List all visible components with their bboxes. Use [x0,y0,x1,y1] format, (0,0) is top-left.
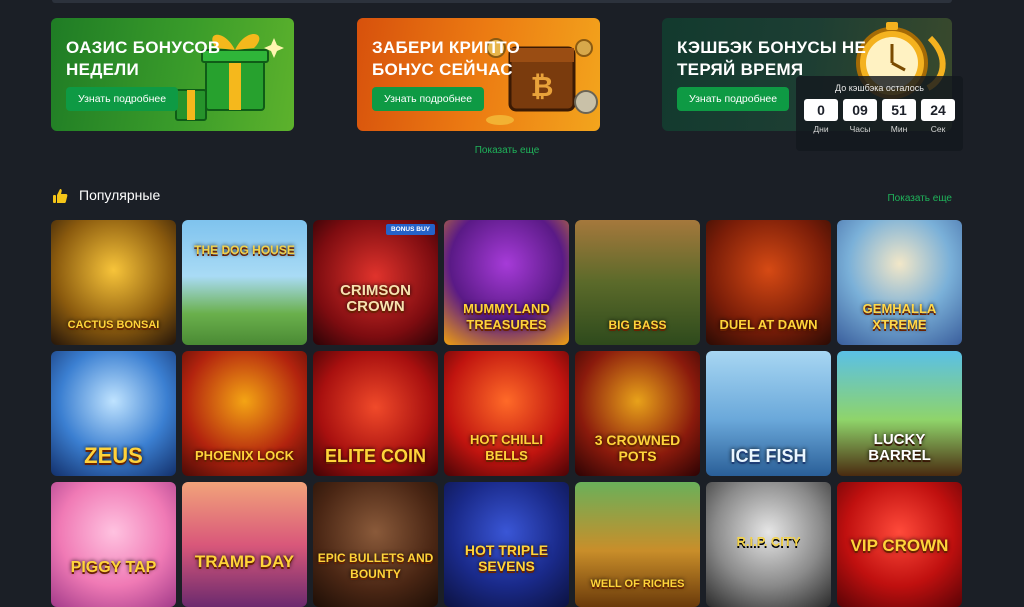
countdown-value: 0 [804,99,838,121]
banners-show-more-link[interactable]: Показать еще [0,145,1014,156]
countdown-title: До кэшбэка осталось [835,83,924,93]
game-tile[interactable]: 3 Crowned Pots [575,351,700,476]
game-title: Phoenix Lock [195,448,294,463]
countdown-value: 51 [882,99,916,121]
game-tile[interactable]: VIP Crown [837,482,962,607]
game-tile[interactable]: Zeus [51,351,176,476]
game-title: Epic Bullets and Bounty [317,551,434,581]
popular-section-header: Популярные Показать еще [52,186,952,206]
game-title: Lucky Barrel [868,431,931,464]
banner-title: ЗАБЕРИ КРИПТО БОНУС СЕЙЧАС [372,38,521,79]
game-title: Piggy Tap [70,559,157,576]
game-tile[interactable]: BONUS BUY Crimson Crown [313,220,438,345]
game-tile[interactable]: Well of Riches [575,482,700,607]
countdown-label: Дни [813,124,829,134]
thumbs-up-icon [53,189,68,203]
game-title: Tramp Day [194,552,295,571]
game-title: Ice Fish [730,446,807,466]
countdown-hours: 09 Часы [843,99,877,134]
game-tile[interactable]: The Dog House [182,220,307,345]
game-tile[interactable]: R.I.P. City [706,482,831,607]
game-tile[interactable]: Phoenix Lock [182,351,307,476]
banner-weekly-bonus[interactable]: ОАЗИС БОНУСОВ НЕДЕЛИ Узнать подробнее [51,18,294,131]
countdown-value: 24 [921,99,955,121]
game-tile[interactable]: Gemhalla Xtreme [837,220,962,345]
game-title: Duel at Dawn [719,317,818,332]
countdown-value: 09 [843,99,877,121]
game-tile[interactable]: Cactus Bonsai [51,220,176,345]
popular-show-more-link[interactable]: Показать еще [887,193,952,204]
game-tile[interactable]: Duel at Dawn [706,220,831,345]
countdown-days: 0 Дни [804,99,838,134]
game-title: Hot Chilli Bells [470,432,543,463]
banner-title: КЭШБЭК БОНУСЫ НЕ ТЕРЯЙ ВРЕМЯ [677,38,867,79]
learn-more-button[interactable]: Узнать подробнее [677,87,790,111]
game-tile[interactable]: Ice Fish [706,351,831,476]
countdown-label: Мин [890,124,908,134]
promo-banners: ОАЗИС БОНУСОВ НЕДЕЛИ Узнать подробнее ₿ … [51,18,963,151]
game-tile[interactable]: Hot Chilli Bells [444,351,569,476]
game-title: Mummyland Treasures [463,301,550,332]
game-tile[interactable]: Hot Triple Sevens [444,482,569,607]
game-title: VIP Crown [850,536,949,555]
game-title: Hot Triple Sevens [464,542,549,574]
game-title: The Dog House [194,243,295,257]
learn-more-button[interactable]: Узнать подробнее [66,87,179,111]
game-title: Gemhalla Xtreme [862,301,937,332]
cashback-countdown: До кэшбэка осталось 0 Дни 09 Часы 51 Мин… [796,76,963,151]
game-title: Well of Riches [590,578,685,590]
game-title: Zeus [84,443,143,468]
countdown-label: Часы [849,124,871,134]
bonus-buy-badge: BONUS BUY [385,224,435,235]
banner-crypto-bonus[interactable]: ₿ ЗАБЕРИ КРИПТО БОНУС СЕЙЧАС Узнать подр… [357,18,600,131]
learn-more-button[interactable]: Узнать подробнее [372,87,485,111]
countdown-minutes: 51 Мин [882,99,916,134]
game-title: Cactus Bonsai [67,319,160,331]
banner-title: ОАЗИС БОНУСОВ НЕДЕЛИ [66,38,221,79]
countdown-seconds: 24 Сек [921,99,955,134]
game-tile[interactable]: Epic Bullets and Bounty [313,482,438,607]
top-strip [52,0,952,3]
game-tile[interactable]: Big Bass [575,220,700,345]
game-title: 3 Crowned Pots [594,432,681,464]
game-tile[interactable]: Mummyland Treasures [444,220,569,345]
game-tile[interactable]: Lucky Barrel [837,351,962,476]
game-title: R.I.P. City [736,534,801,549]
game-tile[interactable]: Elite Coin [313,351,438,476]
section-title: Популярные [79,187,161,203]
game-tile[interactable]: Tramp Day [182,482,307,607]
game-tile[interactable]: Piggy Tap [51,482,176,607]
game-title: Elite Coin [324,446,426,466]
countdown-label: Сек [930,124,946,134]
game-title: Crimson Crown [340,282,411,315]
game-title: Big Bass [608,318,667,332]
